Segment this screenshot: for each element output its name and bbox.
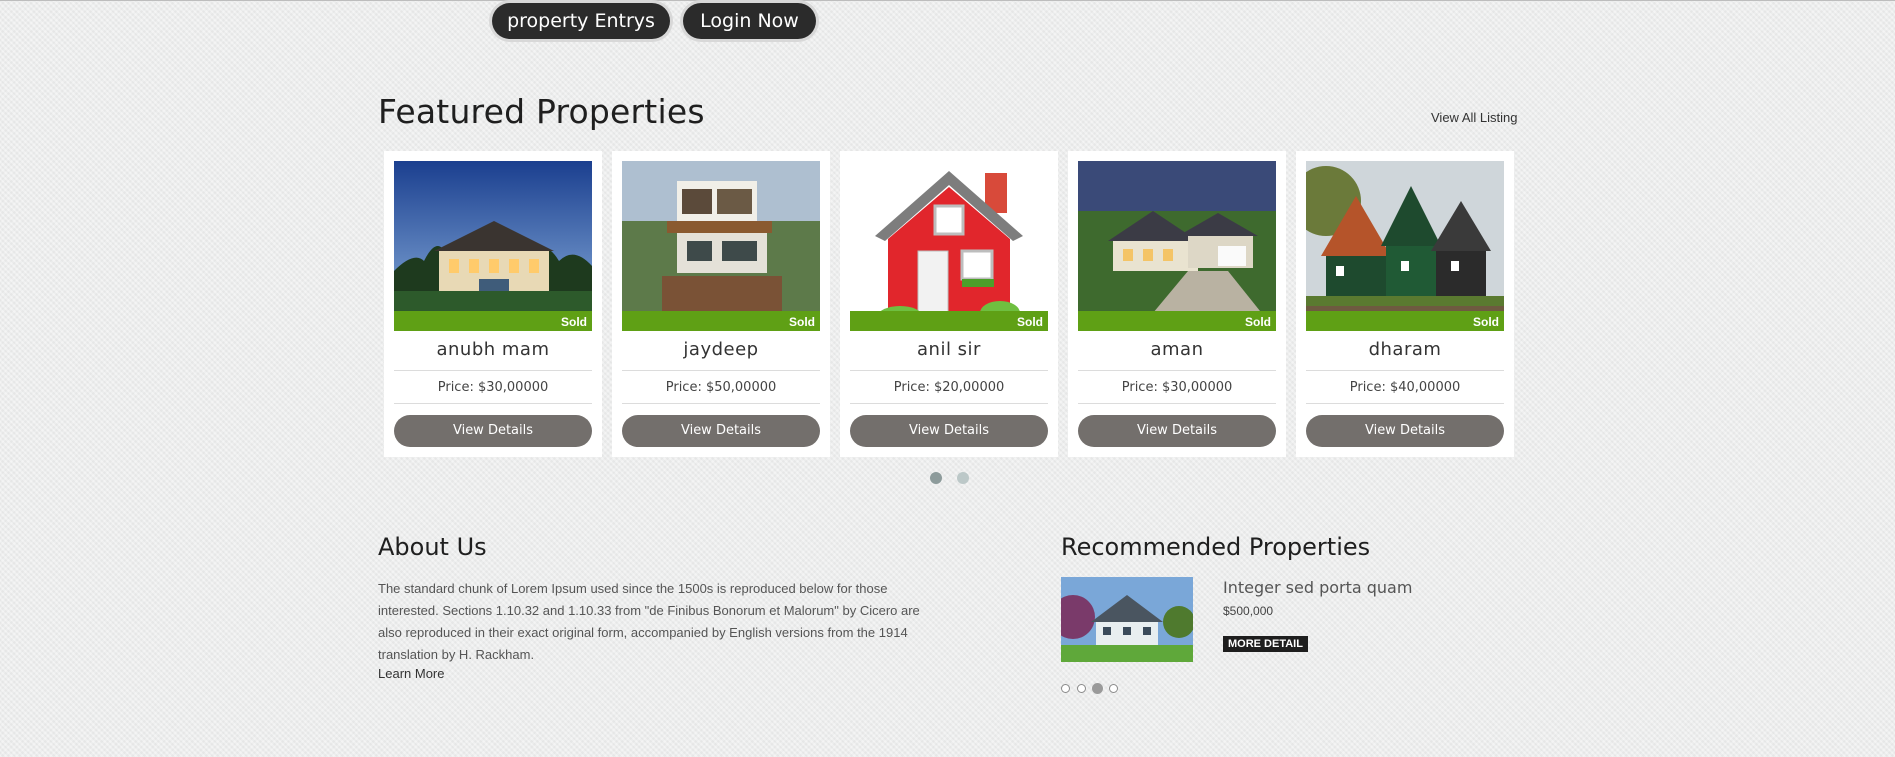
property-name: dharam (1368, 339, 1442, 360)
divider (394, 403, 592, 404)
property-image[interactable]: Sold (394, 161, 592, 331)
property-image[interactable]: Sold (1306, 161, 1504, 331)
recommended-dot[interactable] (1109, 684, 1118, 693)
sold-badge: Sold (789, 315, 815, 329)
divider (1306, 370, 1504, 371)
property-price: Price: $20,00000 (893, 380, 1005, 395)
view-details-button[interactable]: View Details (622, 415, 820, 447)
about-us-heading: About Us (378, 533, 487, 561)
divider (394, 370, 592, 371)
recommended-dot-active[interactable] (1092, 683, 1103, 694)
property-image[interactable]: Sold (1078, 161, 1276, 331)
carousel-dot-active[interactable] (930, 472, 942, 484)
property-card: Sold jaydeep Price: $50,00000 View Detai… (612, 151, 830, 457)
login-button[interactable]: Login Now (683, 3, 816, 39)
sold-badge: Sold (1473, 315, 1499, 329)
property-name: anubh mam (436, 339, 550, 360)
sold-badge: Sold (1017, 315, 1043, 329)
divider (1078, 403, 1276, 404)
view-details-button[interactable]: View Details (1078, 415, 1276, 447)
property-image[interactable]: Sold (622, 161, 820, 331)
divider (622, 403, 820, 404)
view-details-button[interactable]: View Details (850, 415, 1048, 447)
property-name: aman (1150, 339, 1204, 360)
learn-more-link[interactable]: Learn More (378, 666, 444, 681)
property-card: Sold anubh mam Price: $30,00000 View Det… (384, 151, 602, 457)
property-card: Sold dharam Price: $40,00000 View Detail… (1296, 151, 1514, 457)
divider (1306, 403, 1504, 404)
property-image[interactable]: Sold (850, 161, 1048, 331)
carousel-dot[interactable] (957, 472, 969, 484)
sold-badge: Sold (561, 315, 587, 329)
property-card: Sold aman Price: $30,00000 View Details (1068, 151, 1286, 457)
recommended-property-title[interactable]: Integer sed porta quam (1223, 578, 1412, 597)
more-detail-button[interactable]: MORE DETAIL (1223, 636, 1308, 652)
view-details-button[interactable]: View Details (1306, 415, 1504, 447)
view-all-listing-link[interactable]: View All Listing (1431, 110, 1517, 125)
property-name: jaydeep (683, 339, 759, 360)
view-details-button[interactable]: View Details (394, 415, 592, 447)
top-border (0, 0, 1895, 1)
recommended-properties-heading: Recommended Properties (1061, 533, 1371, 561)
recommended-property-price: $500,000 (1223, 604, 1274, 618)
property-price: Price: $30,00000 (437, 380, 549, 395)
featured-properties-heading: Featured Properties (378, 92, 705, 131)
property-price: Price: $50,00000 (665, 380, 777, 395)
divider (622, 370, 820, 371)
recommended-property-image[interactable] (1061, 577, 1193, 662)
recommended-dot[interactable] (1077, 684, 1086, 693)
sold-badge: Sold (1245, 315, 1271, 329)
divider (1078, 370, 1276, 371)
recommended-dot[interactable] (1061, 684, 1070, 693)
divider (850, 403, 1048, 404)
property-price: Price: $30,00000 (1121, 380, 1233, 395)
divider (850, 370, 1048, 371)
property-card: Sold anil sir Price: $20,00000 View Deta… (840, 151, 1058, 457)
property-price: Price: $40,00000 (1349, 380, 1461, 395)
about-us-text: The standard chunk of Lorem Ipsum used s… (378, 581, 920, 662)
property-entries-button[interactable]: property Entrys (492, 3, 670, 39)
property-name: anil sir (917, 339, 981, 360)
